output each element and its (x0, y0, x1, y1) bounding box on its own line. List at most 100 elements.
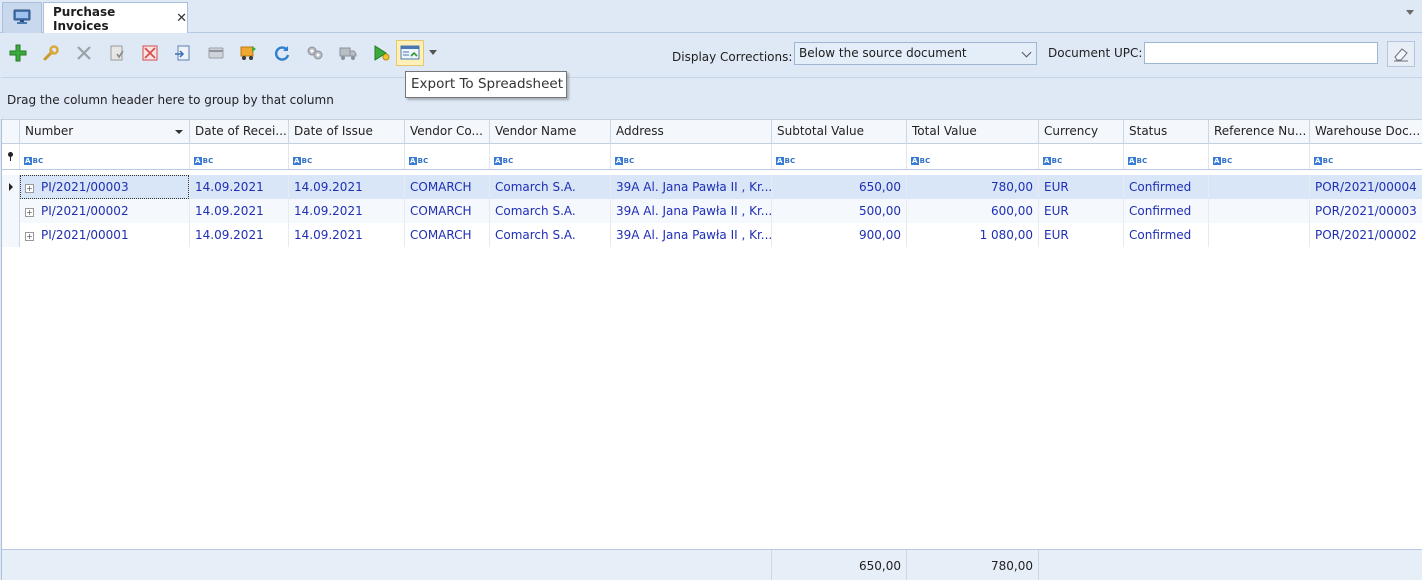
run-icon (374, 45, 390, 61)
column-header-reference-number[interactable]: Reference Nu... (1209, 120, 1310, 144)
edit-button[interactable] (39, 41, 63, 65)
row-indicator[interactable] (2, 199, 20, 223)
delete-button[interactable] (72, 41, 96, 65)
filter-cell-number[interactable]: A BC (20, 144, 190, 169)
cell-currency[interactable]: EUR (1039, 223, 1124, 247)
cell-number[interactable]: + PI/2021/00003 (20, 175, 190, 199)
cell-date-of-issue[interactable]: 14.09.2021 (289, 175, 405, 199)
run-button[interactable] (369, 41, 393, 65)
expand-icon[interactable]: + (25, 208, 34, 217)
cell-status[interactable]: Confirmed (1124, 223, 1209, 247)
cell-warehouse-document[interactable]: POR/2021/00004 (1310, 175, 1422, 199)
filter-pin-cell[interactable] (2, 144, 20, 169)
cell-vendor-code[interactable]: COMARCH (405, 175, 490, 199)
table-row[interactable]: + PI/2021/00003 14.09.2021 14.09.2021 COM… (2, 175, 1422, 199)
cell-date-of-receipt[interactable]: 14.09.2021 (190, 223, 289, 247)
clear-button[interactable] (1387, 41, 1415, 67)
cell-currency[interactable]: EUR (1039, 175, 1124, 199)
plus-icon (9, 44, 27, 62)
payment-button[interactable] (204, 41, 228, 65)
filter-cell-date-of-issue[interactable]: A BC (289, 144, 405, 169)
column-header-total-value[interactable]: Total Value (907, 120, 1039, 144)
column-header-status[interactable]: Status (1124, 120, 1209, 144)
filter-cell-date-of-receipt[interactable]: A BC (190, 144, 289, 169)
expand-icon[interactable]: + (25, 184, 34, 193)
cell-total-value[interactable]: 780,00 (907, 175, 1039, 199)
filter-cell-vendor-code[interactable]: A BC (405, 144, 490, 169)
refresh-button[interactable] (270, 41, 294, 65)
cell-date-of-receipt[interactable]: 14.09.2021 (190, 175, 289, 199)
cell-status[interactable]: Confirmed (1124, 175, 1209, 199)
delivery-button[interactable] (336, 41, 360, 65)
cell-warehouse-document[interactable]: POR/2021/00002 (1310, 223, 1422, 247)
cell-vendor-name[interactable]: Comarch S.A. (490, 199, 611, 223)
add-button[interactable] (6, 41, 30, 65)
tab-purchase-invoices[interactable]: Purchase Invoices ✕ (43, 2, 188, 34)
group-by-panel[interactable]: Drag the column header here to group by … (1, 77, 1422, 119)
confirm-document-button[interactable] (105, 41, 129, 65)
abc-filter-icon: A BC (409, 157, 429, 165)
cell-reference-number[interactable] (1209, 175, 1310, 199)
footer-subtotal-sum: 650,00 (772, 550, 907, 580)
expand-icon[interactable]: + (25, 232, 34, 241)
cell-number[interactable]: + PI/2021/00002 (20, 199, 190, 223)
column-header-date-of-receipt[interactable]: Date of Recei... (190, 120, 289, 144)
cell-date-of-receipt[interactable]: 14.09.2021 (190, 199, 289, 223)
cell-total-value[interactable]: 1 080,00 (907, 223, 1039, 247)
table-row[interactable]: + PI/2021/00002 14.09.2021 14.09.2021 COM… (2, 199, 1422, 223)
cell-address[interactable]: 39A Al. Jana Pawła II , Kr... (611, 223, 772, 247)
settings-button[interactable] (303, 41, 327, 65)
card-icon (208, 47, 224, 59)
generate-document-button[interactable] (171, 41, 195, 65)
cell-subtotal-value[interactable]: 900,00 (772, 223, 907, 247)
home-tab[interactable] (2, 2, 42, 33)
filter-cell-status[interactable]: A BC (1124, 144, 1209, 169)
cell-vendor-code[interactable]: COMARCH (405, 223, 490, 247)
cell-address[interactable]: 39A Al. Jana Pawła II , Kr... (611, 175, 772, 199)
column-header-currency[interactable]: Currency (1039, 120, 1124, 144)
eraser-icon (1394, 48, 1408, 62)
cell-vendor-name[interactable]: Comarch S.A. (490, 175, 611, 199)
row-indicator[interactable] (2, 223, 20, 247)
column-header-address[interactable]: Address (611, 120, 772, 144)
transfer-button[interactable] (237, 41, 261, 65)
cell-reference-number[interactable] (1209, 223, 1310, 247)
filter-cell-currency[interactable]: A BC (1039, 144, 1124, 169)
filter-cell-vendor-name[interactable]: A BC (490, 144, 611, 169)
column-header-number[interactable]: Number (20, 120, 190, 144)
cell-number[interactable]: + PI/2021/00001 (20, 223, 190, 247)
cell-currency[interactable]: EUR (1039, 199, 1124, 223)
cell-subtotal-value[interactable]: 500,00 (772, 199, 907, 223)
column-header-warehouse-document[interactable]: Warehouse Doc... (1310, 120, 1422, 144)
column-header-vendor-name[interactable]: Vendor Name (490, 120, 611, 144)
column-header-date-of-issue[interactable]: Date of Issue (289, 120, 405, 144)
cell-address[interactable]: 39A Al. Jana Pawła II , Kr... (611, 199, 772, 223)
export-to-spreadsheet-button[interactable] (396, 40, 424, 66)
document-upc-input[interactable] (1144, 42, 1378, 64)
tab-label: Purchase Invoices (53, 4, 116, 33)
cell-vendor-name[interactable]: Comarch S.A. (490, 223, 611, 247)
cell-reference-number[interactable] (1209, 199, 1310, 223)
computer-icon (13, 9, 31, 28)
cell-warehouse-document[interactable]: POR/2021/00003 (1310, 199, 1422, 223)
close-icon[interactable]: ✕ (176, 11, 187, 26)
filter-cell-warehouse-document[interactable]: A BC (1310, 144, 1422, 169)
cell-date-of-issue[interactable]: 14.09.2021 (289, 199, 405, 223)
table-row[interactable]: + PI/2021/00001 14.09.2021 14.09.2021 COM… (2, 223, 1422, 247)
filter-cell-subtotal-value[interactable]: A BC (772, 144, 907, 169)
cell-subtotal-value[interactable]: 650,00 (772, 175, 907, 199)
column-header-subtotal-value[interactable]: Subtotal Value (772, 120, 907, 144)
cancel-document-button[interactable] (138, 41, 162, 65)
filter-cell-total-value[interactable]: A BC (907, 144, 1039, 169)
cell-total-value[interactable]: 600,00 (907, 199, 1039, 223)
chevron-down-icon[interactable] (429, 50, 437, 55)
row-indicator[interactable] (2, 175, 20, 199)
chevron-down-icon[interactable] (1406, 10, 1414, 15)
display-corrections-select[interactable]: Below the source document (794, 42, 1037, 65)
filter-cell-reference-number[interactable]: A BC (1209, 144, 1310, 169)
filter-cell-address[interactable]: A BC (611, 144, 772, 169)
cell-status[interactable]: Confirmed (1124, 199, 1209, 223)
column-header-vendor-code[interactable]: Vendor Co... (405, 120, 490, 144)
cell-vendor-code[interactable]: COMARCH (405, 199, 490, 223)
cell-date-of-issue[interactable]: 14.09.2021 (289, 223, 405, 247)
